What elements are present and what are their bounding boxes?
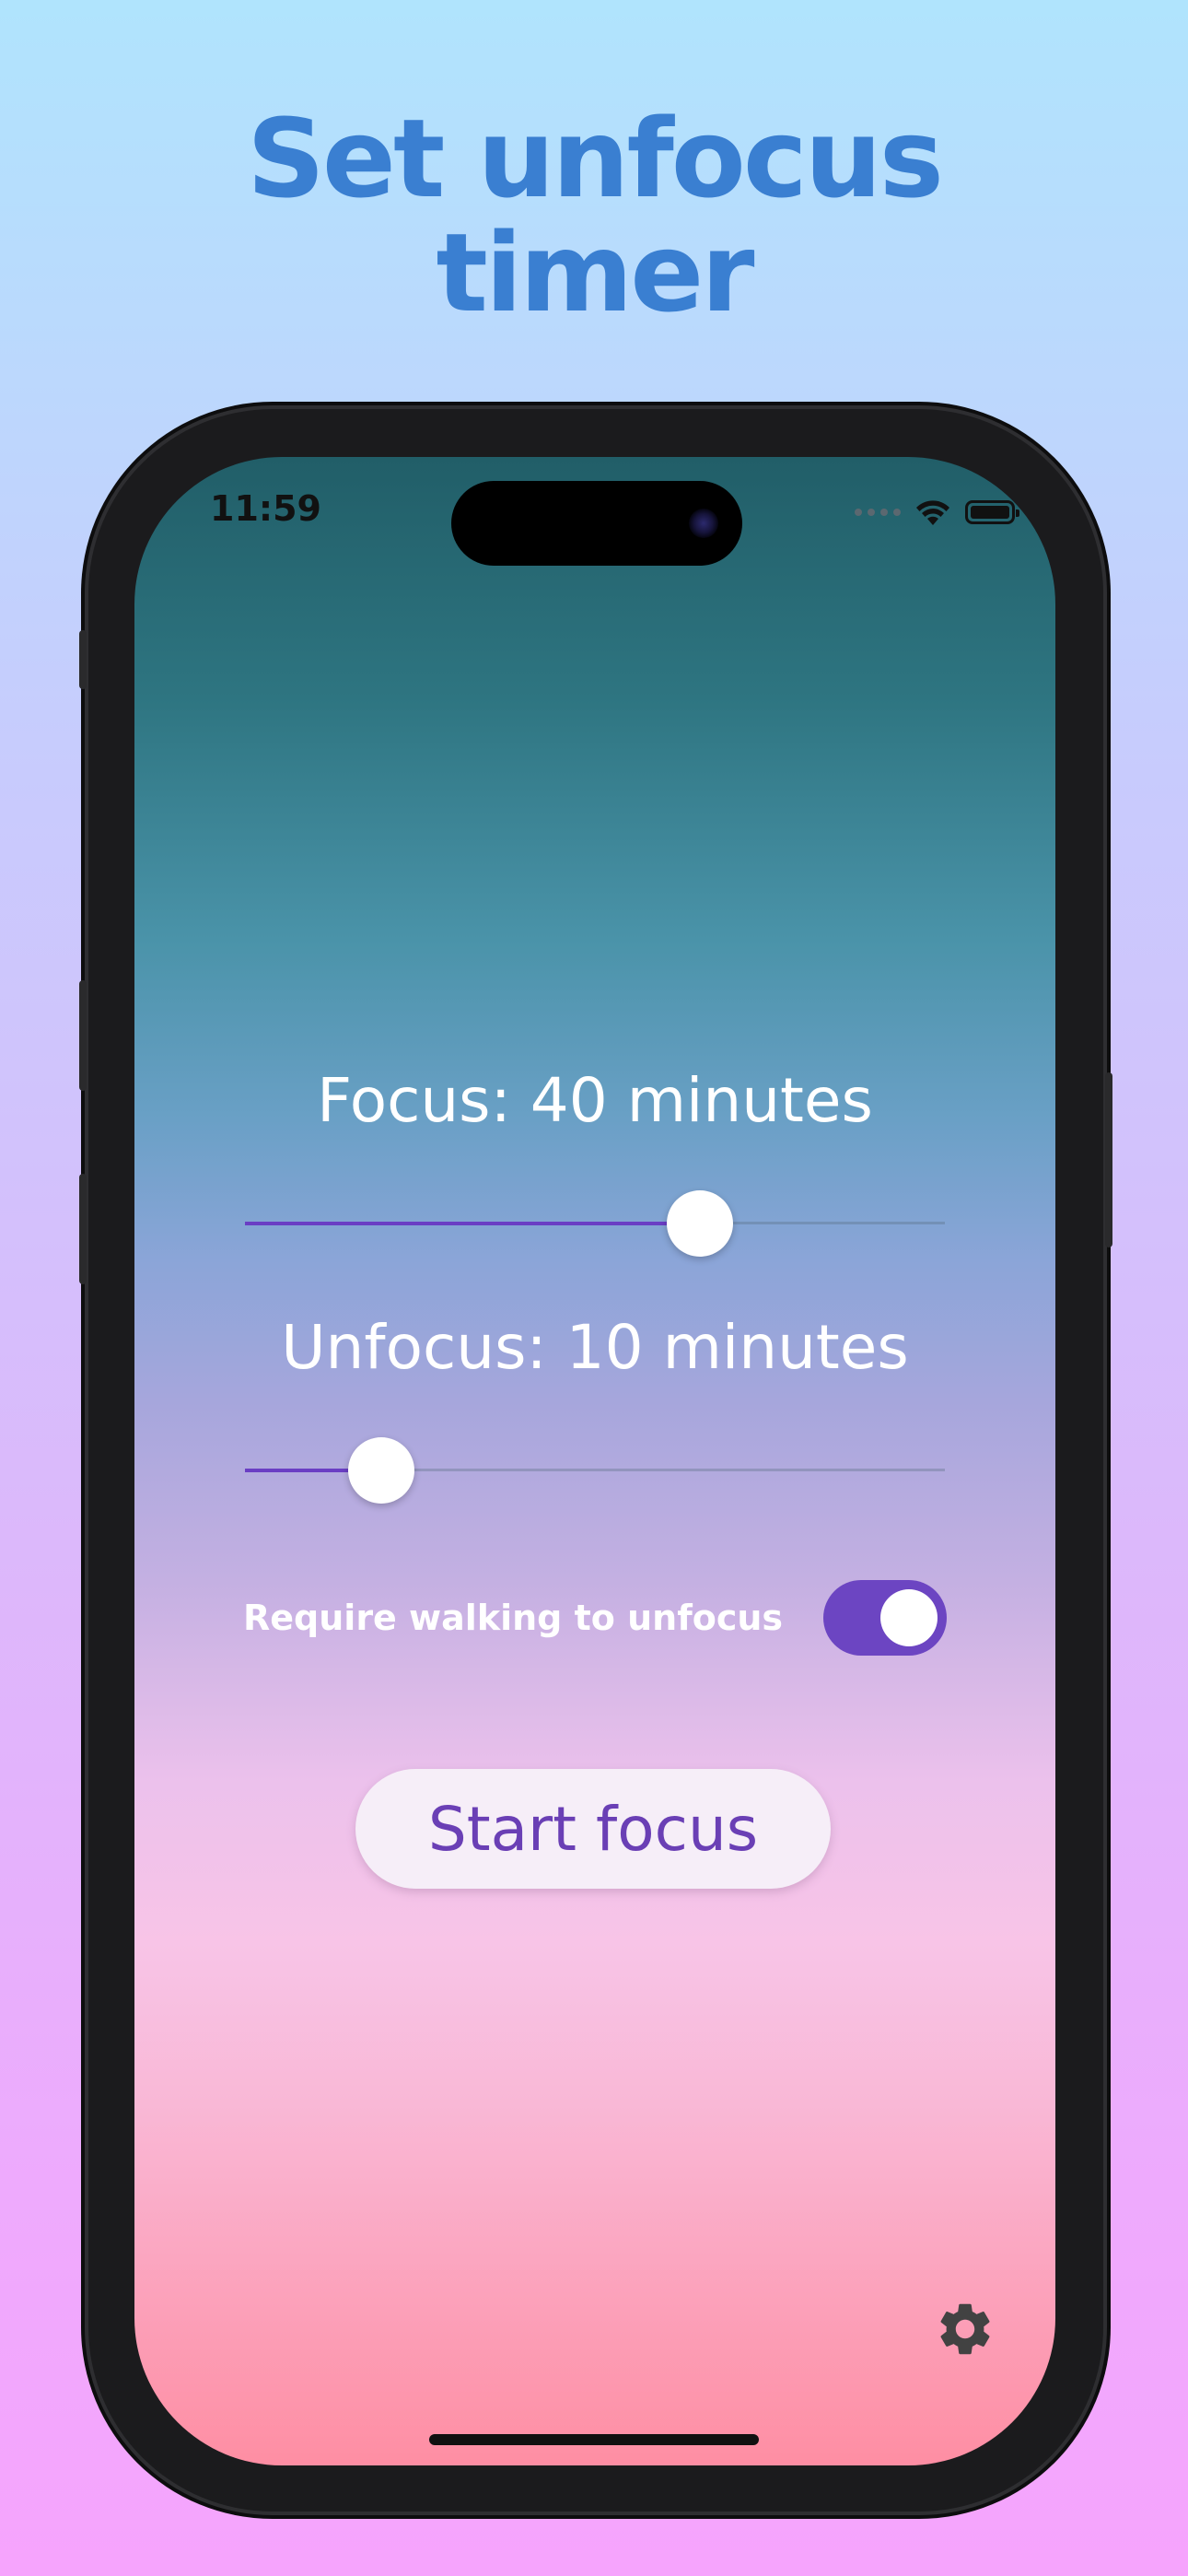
volume-up-button xyxy=(79,980,87,1091)
wifi-icon xyxy=(916,500,949,525)
headline-line-2: timer xyxy=(436,209,754,336)
action-button xyxy=(79,630,87,689)
dynamic-island xyxy=(451,481,742,566)
focus-slider[interactable] xyxy=(245,1190,945,1257)
status-time: 11:59 xyxy=(210,488,321,529)
status-icons xyxy=(855,498,1019,527)
power-button xyxy=(1105,1072,1112,1247)
home-indicator xyxy=(429,2434,759,2445)
walking-toggle-row: Require walking to unfocus xyxy=(243,1579,947,1657)
unfocus-slider[interactable] xyxy=(245,1437,945,1504)
unfocus-slider-thumb[interactable] xyxy=(348,1437,415,1504)
gear-icon[interactable] xyxy=(934,2298,996,2360)
cellular-dots-icon xyxy=(855,509,901,516)
marketing-headline: Set unfocus timer xyxy=(0,101,1188,330)
focus-slider-thumb[interactable] xyxy=(667,1190,733,1257)
volume-down-button xyxy=(79,1174,87,1284)
start-focus-button[interactable]: Start focus xyxy=(355,1769,831,1889)
walking-toggle-label: Require walking to unfocus xyxy=(243,1598,784,1638)
phone-frame: 11:59 Focus: 40 minutes Unfocus: 10 minu… xyxy=(79,409,1112,2512)
focus-label: Focus: 40 minutes xyxy=(317,1065,873,1136)
battery-icon xyxy=(965,500,1019,524)
toggle-knob xyxy=(880,1589,938,1646)
app-screen: 11:59 Focus: 40 minutes Unfocus: 10 minu… xyxy=(134,457,1055,2465)
walking-toggle-switch[interactable] xyxy=(823,1580,947,1656)
focus-slider-active-track xyxy=(245,1222,700,1225)
headline-line-1: Set unfocus xyxy=(246,95,944,222)
unfocus-label: Unfocus: 10 minutes xyxy=(281,1312,909,1383)
camera-lens xyxy=(689,509,718,538)
